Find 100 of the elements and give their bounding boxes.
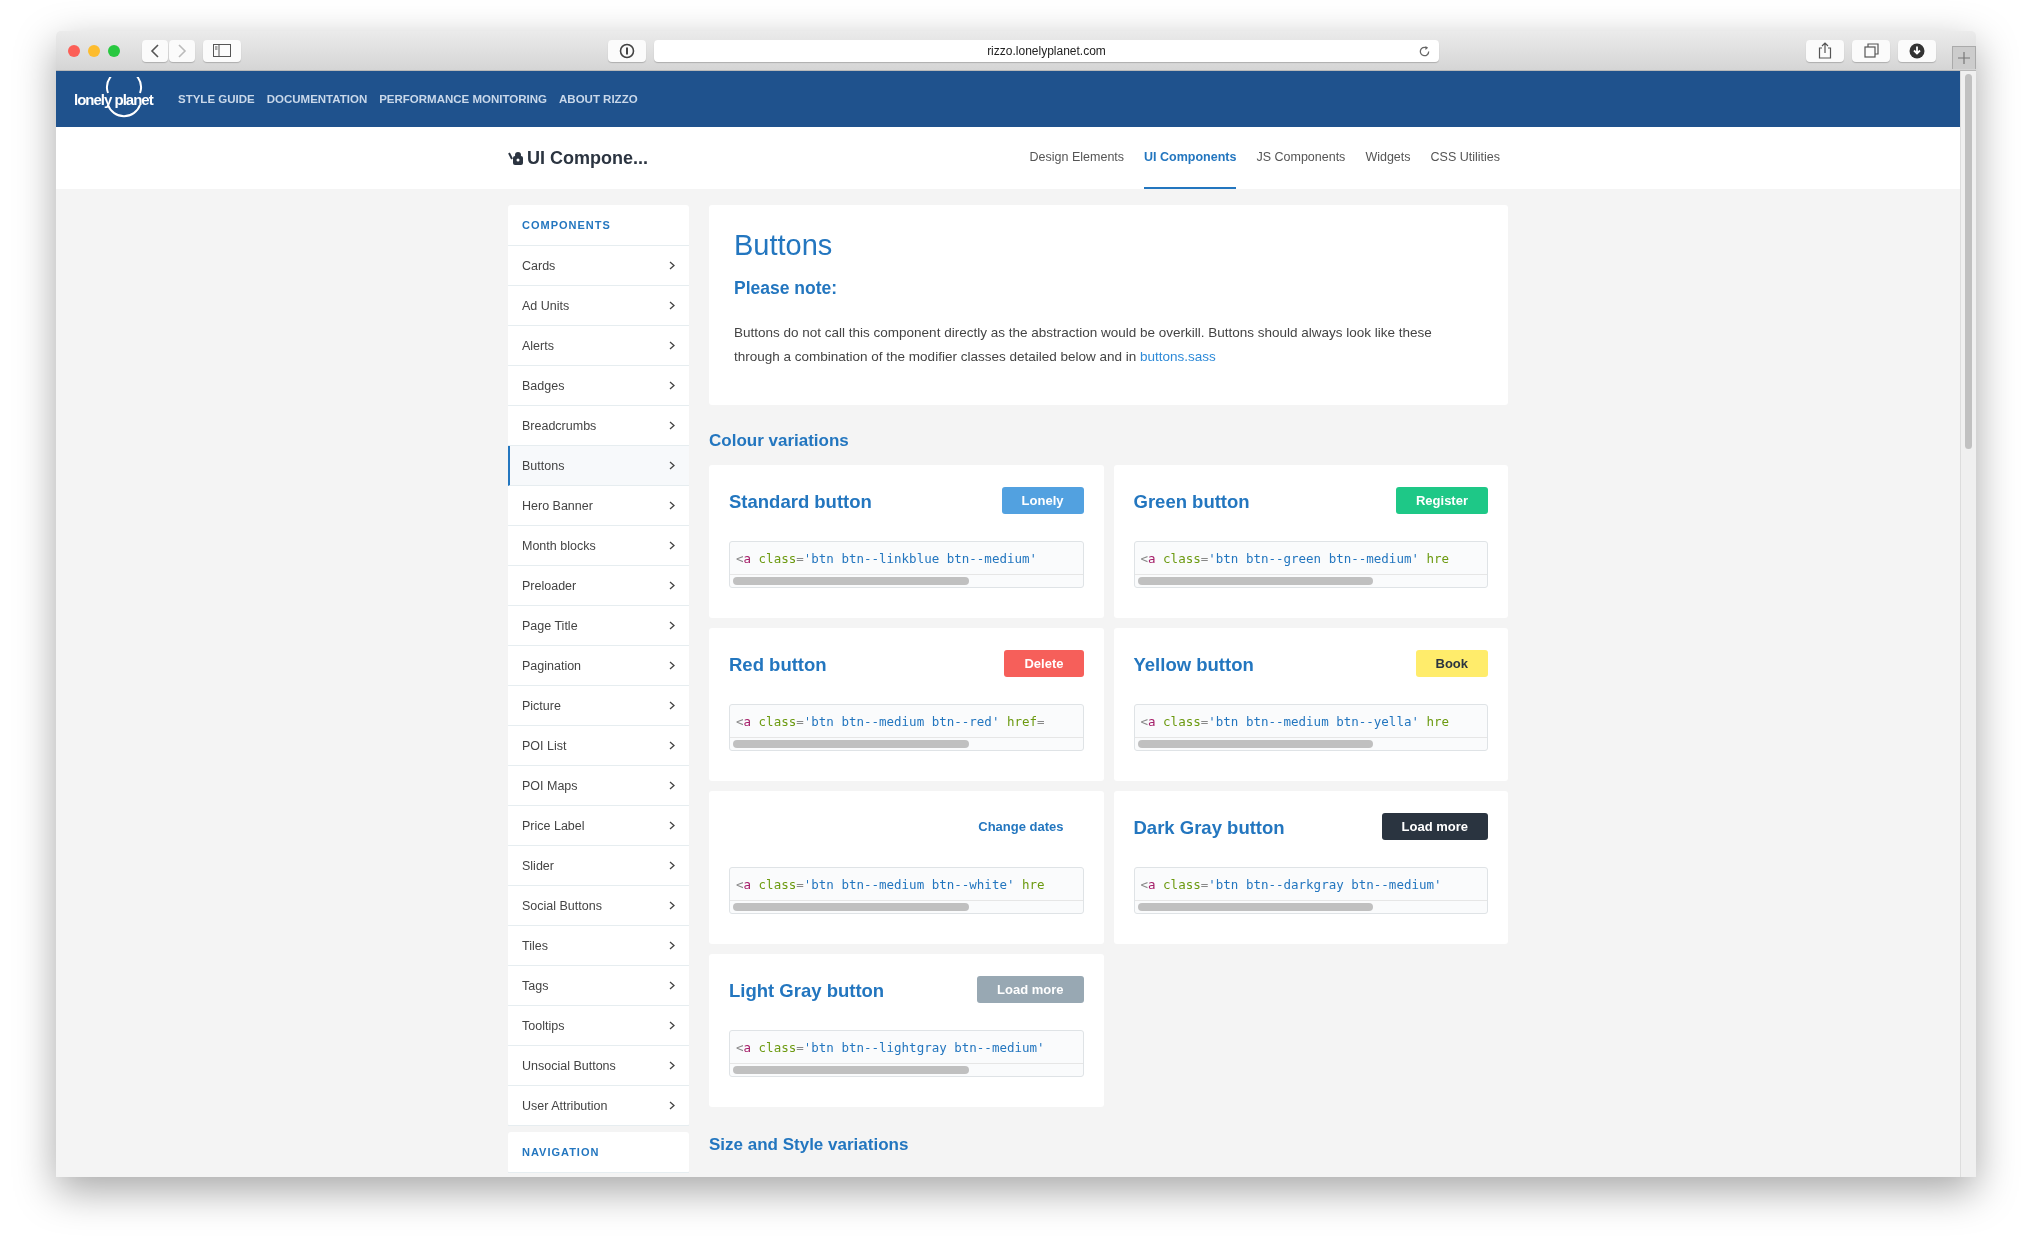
sidebar-item[interactable]: Preloader xyxy=(508,566,689,606)
sidebar-item[interactable]: Hero Banner xyxy=(508,486,689,526)
sidebar-item[interactable]: Page Title xyxy=(508,606,689,646)
code-line: <a class='btn btn--linkblue btn--medium' xyxy=(736,550,1038,566)
code-line: <a class='btn btn--lightgray btn--medium' xyxy=(736,1039,1045,1055)
new-tab-button[interactable] xyxy=(1952,46,1976,69)
demo-button[interactable]: Book xyxy=(1415,650,1488,677)
sidebar-item[interactable]: POI List xyxy=(508,726,689,766)
card-title: Light Gray button xyxy=(729,980,885,1002)
address-bar[interactable]: rizzo.lonelyplanet.com xyxy=(654,39,1439,62)
plus-icon xyxy=(1958,52,1970,64)
scrollbar-thumb[interactable] xyxy=(1965,74,1972,449)
sidebar-item[interactable]: Tags xyxy=(508,966,689,1006)
intro-paragraph: Buttons do not call this component directly as the abstraction would be overkill. Buttons should always look like these through a combination of the modifier classes detailed below and in buttons.sass xyxy=(734,324,1433,366)
code-line: <a class='btn btn--medium btn--white' hre xyxy=(736,876,1045,892)
sidebar-item[interactable]: Cards xyxy=(508,246,689,286)
scrollbar-thumb[interactable] xyxy=(733,740,969,748)
chevron-right-icon xyxy=(669,261,675,270)
scrollbar-thumb[interactable] xyxy=(1137,903,1374,911)
sidebar-item[interactable]: Month blocks xyxy=(508,526,689,566)
sidebar-item[interactable]: POI Maps xyxy=(508,766,689,806)
code-line: <a class='btn btn--medium btn--yella' hre xyxy=(1140,713,1450,729)
sidebar-item[interactable]: Unsocial Buttons xyxy=(508,1046,689,1086)
close-icon[interactable] xyxy=(68,44,80,57)
chevron-right-icon xyxy=(669,381,675,390)
reload-icon[interactable] xyxy=(1418,44,1431,58)
code-line: <a class='btn btn--darkgray btn--medium' xyxy=(1140,876,1442,892)
sidebar-item[interactable]: Picture xyxy=(508,686,689,726)
card-title: Red button xyxy=(729,654,827,676)
card-title: Dark Gray button xyxy=(1133,817,1285,839)
section-heading: Buttons xyxy=(734,229,834,262)
code-line: <a class='btn btn--green btn--medium' hre xyxy=(1140,550,1450,566)
subsection-heading: Colour variations xyxy=(709,431,850,451)
chevron-right-icon xyxy=(669,421,675,430)
scrollbar-thumb[interactable] xyxy=(1137,740,1374,748)
sidebar-item[interactable]: Price Label xyxy=(508,806,689,846)
sidebar-item[interactable]: Pagination xyxy=(508,646,689,686)
demo-button[interactable]: Load more xyxy=(1381,813,1488,840)
sidebar-item[interactable]: User Attribution xyxy=(508,1086,689,1126)
sass-file-link[interactable]: buttons.sass xyxy=(1140,349,1216,364)
sidebar-item[interactable]: Badges xyxy=(508,366,689,406)
chevron-right-icon xyxy=(669,701,675,710)
section-tab[interactable]: Design Elements xyxy=(1029,127,1125,189)
sidebar-item[interactable]: Buttons xyxy=(508,446,689,486)
section-tab[interactable]: JS Components xyxy=(1256,127,1346,189)
chevron-right-icon xyxy=(669,741,675,750)
sidebar-item[interactable]: Slider xyxy=(508,846,689,886)
tabs-icon xyxy=(1863,43,1879,58)
downloads-button[interactable] xyxy=(1898,39,1936,62)
share-icon xyxy=(1818,42,1832,59)
chevron-left-icon xyxy=(150,43,160,58)
chevron-right-icon xyxy=(669,541,675,550)
chevron-right-icon xyxy=(669,501,675,510)
sidebar-heading: NAVIGATION xyxy=(508,1132,689,1173)
sidebar-item[interactable]: Alerts xyxy=(508,326,689,366)
sidebar-item[interactable]: Tiles xyxy=(508,926,689,966)
chevron-right-icon xyxy=(669,861,675,870)
card-title: Standard button xyxy=(729,491,872,513)
robot-icon xyxy=(508,150,524,166)
note-heading: Please note: xyxy=(734,278,839,299)
sidebar-heading: COMPONENTS xyxy=(508,205,689,246)
nav-link[interactable]: PERFORMANCE MONITORING xyxy=(379,93,548,105)
download-icon xyxy=(1909,42,1925,59)
sidebar-item[interactable]: Social Buttons xyxy=(508,886,689,926)
sidebar-item[interactable]: Ad Units xyxy=(508,286,689,326)
scrollbar-thumb[interactable] xyxy=(733,903,969,911)
scrollbar-thumb[interactable] xyxy=(733,1066,969,1074)
chevron-right-icon xyxy=(669,301,675,310)
privacy-button[interactable] xyxy=(608,39,646,62)
scrollbar-thumb[interactable] xyxy=(1137,577,1374,585)
nav-link[interactable]: DOCUMENTATION xyxy=(266,93,368,105)
chevron-right-icon xyxy=(669,341,675,350)
section-tab[interactable]: Widgets xyxy=(1365,127,1411,189)
sidebar-icon xyxy=(213,44,231,57)
chevron-right-icon xyxy=(669,461,675,470)
card-title: Yellow button xyxy=(1133,654,1254,676)
logo[interactable]: lonely planet xyxy=(74,77,160,121)
chevron-right-icon xyxy=(669,581,675,590)
nav-link[interactable]: ABOUT RIZZO xyxy=(559,93,638,105)
scrollbar-thumb[interactable] xyxy=(733,577,969,585)
zoom-icon[interactable] xyxy=(108,44,120,57)
back-button[interactable] xyxy=(142,39,168,62)
sidebar-button[interactable] xyxy=(203,39,241,62)
share-button[interactable] xyxy=(1806,39,1844,62)
chevron-right-icon xyxy=(669,981,675,990)
nav-link[interactable]: STYLE GUIDE xyxy=(178,93,255,105)
chevron-right-icon xyxy=(669,661,675,670)
chevron-right-icon xyxy=(669,1061,675,1070)
card-title: Green button xyxy=(1133,491,1250,513)
forward-button[interactable] xyxy=(169,39,195,62)
sidebar-item[interactable]: Tooltips xyxy=(508,1006,689,1046)
chevron-right-icon xyxy=(669,901,675,910)
section-tab[interactable]: CSS Utilities xyxy=(1430,127,1500,189)
chevron-right-icon xyxy=(177,43,187,58)
section-tab[interactable]: UI Components xyxy=(1144,127,1237,189)
chevron-right-icon xyxy=(669,621,675,630)
page-title: UI Compone... xyxy=(527,147,648,169)
tabs-button[interactable] xyxy=(1852,39,1890,62)
info-circle-icon xyxy=(619,42,635,59)
minimize-icon[interactable] xyxy=(88,44,100,57)
